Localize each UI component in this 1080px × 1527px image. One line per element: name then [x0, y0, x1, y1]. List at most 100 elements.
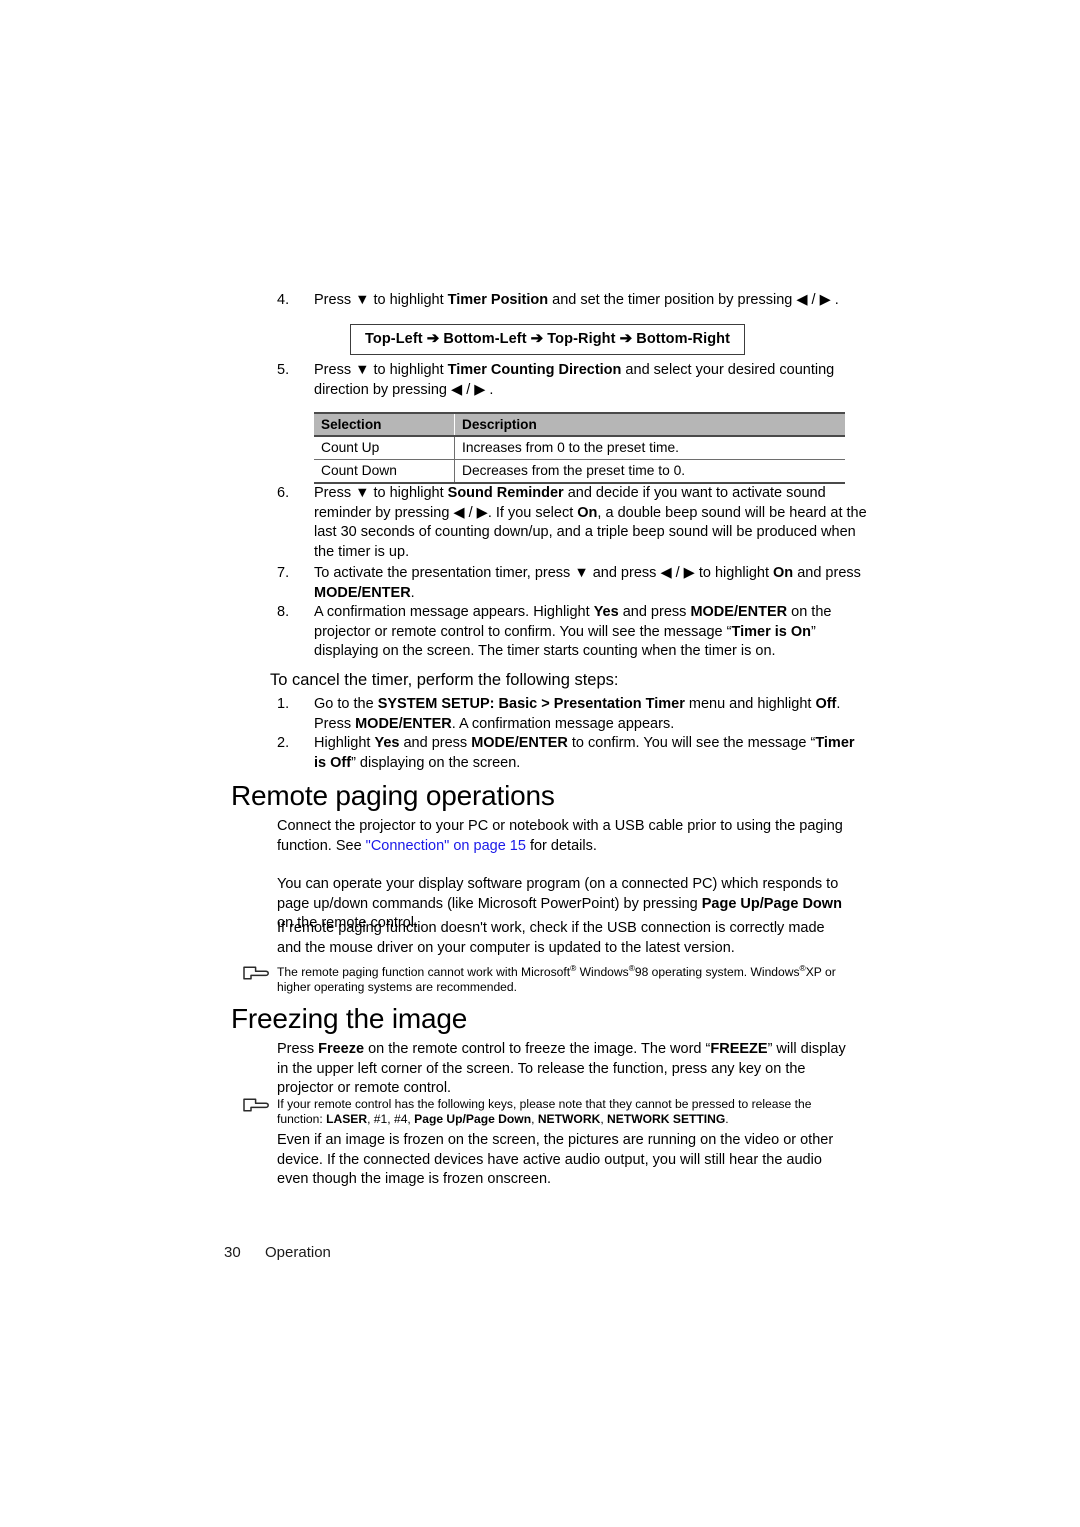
- body-text: to highlight: [694, 565, 774, 581]
- body-text: ” displaying on the screen.: [351, 754, 521, 771]
- pointing-hand-icon: [241, 965, 277, 981]
- timer-position-box: Top-Left ➔ Bottom-Left ➔ Top-Right ➔ Bottom-Ri…: [350, 324, 746, 355]
- body-text: A confirmation message appears. Highligh…: [314, 604, 594, 620]
- table-row: Count Down Decreases from the preset tim…: [314, 459, 845, 484]
- body-text: If remote paging function doesn't work, …: [277, 920, 825, 956]
- body-text: , #1, #4,: [367, 1112, 415, 1127]
- step-number: 4.: [277, 292, 290, 308]
- step-item: 4. Press ▼ to highlight Timer Position a…: [270, 291, 870, 311]
- emphasis-text: Timer Counting Direction: [447, 362, 622, 378]
- body-text: ▼: [355, 362, 370, 378]
- page-number: 30: [224, 1244, 241, 1261]
- freezing-paragraph-2: Even if an image is frozen on the screen…: [277, 1131, 850, 1190]
- body-text: Press: [314, 485, 356, 501]
- step-text: Go to the SYSTEM SETUP: Basic > Presenta…: [314, 695, 870, 734]
- step-text: To activate the presentation timer, pres…: [314, 564, 870, 603]
- note-freezing: If your remote control has the following…: [241, 1097, 856, 1128]
- body-text: ▼: [355, 292, 370, 308]
- body-text: .: [485, 381, 494, 398]
- body-text: menu and highlight: [684, 696, 816, 712]
- freezing-paragraph-1: Press Freeze on the remote control to fr…: [277, 1040, 850, 1099]
- step-number: 8.: [277, 604, 290, 620]
- cross-reference-link[interactable]: "Connection" on page 15: [366, 838, 526, 854]
- step-number: 7.: [277, 565, 290, 581]
- emphasis-text: Page Up/Page Down: [414, 1112, 532, 1127]
- emphasis-text: NETWORK: [537, 1112, 601, 1127]
- body-text: for details.: [525, 837, 597, 854]
- body-text: and press: [618, 604, 691, 620]
- section-title-freezing: Freezing the image: [231, 1003, 468, 1034]
- cell-selection: Count Down: [314, 459, 455, 484]
- emphasis-text: Freeze: [318, 1041, 365, 1057]
- body-text: .: [410, 584, 415, 601]
- body-text: to highlight: [369, 292, 448, 308]
- section-title-remote-paging: Remote paging operations: [231, 780, 555, 811]
- step-item: 8. A confirmation message appears. Highl…: [270, 603, 870, 662]
- body-text: to confirm. You will see the message “: [567, 735, 816, 751]
- body-text: ▼: [355, 485, 370, 501]
- document-page: 4. Press ▼ to highlight Timer Position a…: [0, 0, 1080, 1527]
- step-number: 1.: [277, 696, 290, 712]
- step-text: Press ▼ to highlight Timer Counting Dire…: [314, 361, 870, 400]
- body-text: to highlight: [369, 362, 448, 378]
- step-item: 2. Highlight Yes and press MODE/ENTER to…: [270, 734, 870, 773]
- arrow-icon: ➔: [426, 330, 440, 347]
- cell-description: Increases from 0 to the preset time.: [454, 436, 845, 460]
- emphasis-text: Page Up/Page Down: [701, 895, 842, 912]
- step-text: Press ▼ to highlight Timer Position and …: [314, 291, 870, 311]
- table-header-row: Selection Description: [314, 412, 845, 437]
- body-text: ◀ / ▶: [451, 381, 486, 398]
- cell-selection: Count Up: [314, 436, 455, 460]
- position-option: Bottom-Left: [443, 331, 527, 347]
- emphasis-text: MODE/ENTER: [355, 715, 452, 732]
- emphasis-text: Timer Position: [447, 292, 549, 308]
- body-text: 98 operating system. Windows: [634, 965, 800, 979]
- emphasis-text: Timer is On: [731, 623, 811, 640]
- emphasis-text: Yes: [374, 735, 400, 751]
- column-header-description: Description: [454, 412, 845, 437]
- emphasis-text: SYSTEM SETUP: Basic > Presentation Timer: [377, 696, 685, 712]
- body-text: The remote paging function cannot work w…: [277, 965, 571, 979]
- selection-table: Selection Description Count Up Increases…: [314, 412, 845, 484]
- footer-section-label: Operation: [265, 1244, 331, 1261]
- emphasis-text: Yes: [593, 604, 619, 620]
- selection-table-wrap: Selection Description Count Up Increases…: [314, 412, 845, 484]
- page-footer: 30 Operation: [224, 1243, 524, 1265]
- body-text: ◀ / ▶: [796, 292, 831, 308]
- emphasis-text: MODE/ENTER: [314, 584, 411, 601]
- body-text: Even if an image is frozen on the screen…: [277, 1132, 834, 1188]
- cancel-timer-heading: To cancel the timer, perform the followi…: [270, 671, 619, 689]
- step-text: Highlight Yes and press MODE/ENTER to co…: [314, 734, 870, 773]
- body-text: To activate the presentation timer, pres…: [314, 565, 575, 581]
- note-text: If your remote control has the following…: [277, 1097, 856, 1128]
- step-text: A confirmation message appears. Highligh…: [314, 603, 870, 662]
- emphasis-text: Off: [815, 696, 837, 712]
- position-option: Bottom-Right: [636, 331, 731, 347]
- step-number: 5.: [277, 362, 290, 378]
- timer-position-sequence: Top-Left ➔ Bottom-Left ➔ Top-Right ➔ Bottom-Ri…: [350, 324, 746, 355]
- body-text: . If you select: [487, 504, 578, 521]
- cell-description: Decreases from the preset time to 0.: [454, 459, 845, 484]
- pointing-hand-icon: [241, 1097, 277, 1113]
- table-row: Count Up Increases from 0 to the preset …: [314, 436, 845, 460]
- body-text: ◀ / ▶: [453, 504, 488, 521]
- body-text: and press: [793, 565, 861, 581]
- body-text: Press: [314, 362, 356, 378]
- arrow-icon: ➔: [530, 330, 544, 347]
- emphasis-text: MODE/ENTER: [471, 735, 568, 751]
- emphasis-text: LASER: [326, 1112, 368, 1127]
- remote-paging-paragraph-1: Connect the projector to your PC or note…: [277, 817, 850, 856]
- step-item: 7. To activate the presentation timer, p…: [270, 564, 870, 603]
- step-text: Press ▼ to highlight Sound Reminder and …: [314, 484, 870, 562]
- emphasis-text: MODE/ENTER: [690, 604, 788, 620]
- step-number: 6.: [277, 485, 290, 501]
- body-text: and set the timer position by pressing: [548, 292, 797, 308]
- body-text: ◀ / ▶: [660, 565, 695, 581]
- emphasis-text: Sound Reminder: [447, 485, 564, 501]
- body-text: .: [725, 1112, 729, 1127]
- emphasis-text: FREEZE: [710, 1041, 768, 1057]
- emphasis-text: On: [577, 504, 598, 521]
- body-text: .: [830, 292, 839, 308]
- body-text: Windows: [576, 965, 629, 979]
- step-item: 1. Go to the SYSTEM SETUP: Basic > Prese…: [270, 695, 870, 734]
